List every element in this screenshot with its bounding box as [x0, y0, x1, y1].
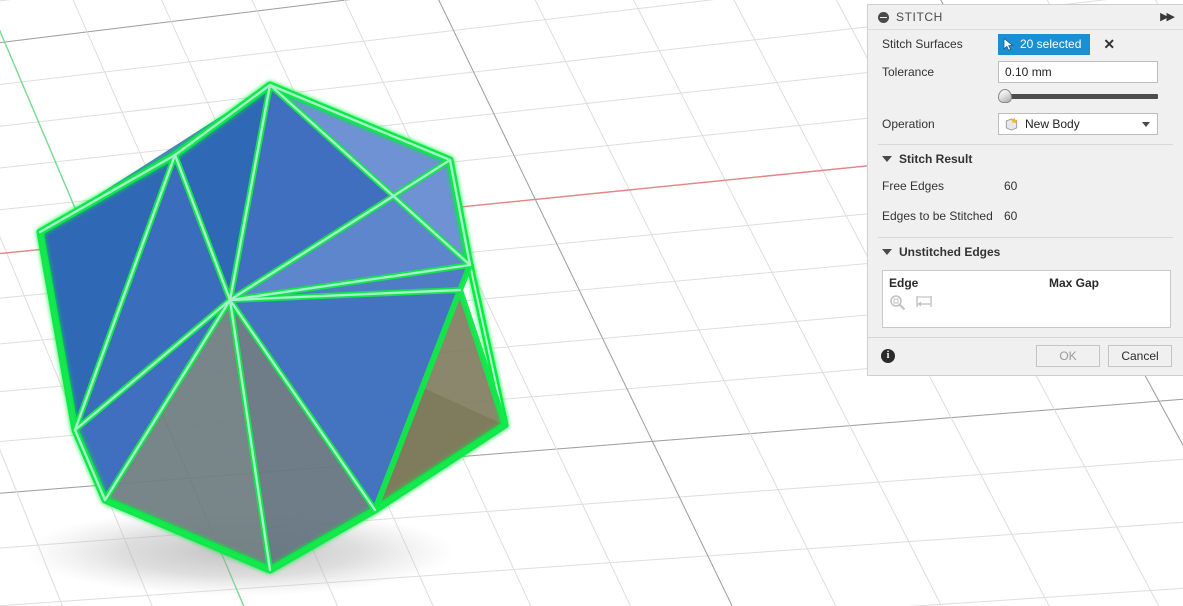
panel-body: Stitch Surfaces 20 selected ✕ Tolerance [868, 30, 1183, 375]
new-body-icon [1005, 116, 1018, 131]
chevron-down-icon[interactable] [1142, 121, 1150, 127]
free-edges-value: 60 [1004, 179, 1018, 193]
panel-header: STITCH ▶▶ [868, 5, 1183, 30]
info-icon[interactable]: i [881, 349, 895, 363]
cursor-arrow-icon [1003, 37, 1014, 51]
column-header-max-gap: Max Gap [1049, 276, 1100, 290]
table-tools [883, 290, 1170, 311]
cancel-button[interactable]: Cancel [1108, 345, 1172, 367]
minus-circle-icon[interactable] [878, 11, 889, 23]
double-chevron-right-icon[interactable]: ▶▶ [1160, 11, 1175, 23]
free-edges-row: Free Edges 60 [868, 171, 1183, 201]
stitch-result-section-header[interactable]: Stitch Result [868, 145, 1183, 171]
column-header-edge: Edge [889, 276, 919, 290]
triangle-down-icon [882, 156, 892, 162]
stitch-surfaces-label: Stitch Surfaces [882, 37, 963, 51]
slider-thumb[interactable] [998, 89, 1012, 103]
stitch-surfaces-selection-button[interactable]: 20 selected [998, 33, 1091, 55]
tolerance-row: Tolerance [868, 58, 1183, 86]
free-edges-label: Free Edges [882, 179, 945, 193]
measure-gap-icon[interactable] [915, 294, 933, 311]
tolerance-slider-row [868, 86, 1183, 110]
slider-track [1005, 94, 1158, 99]
unstitched-edges-title: Unstitched Edges [899, 245, 1001, 259]
stitch-surfaces-selection-text: 20 selected [1020, 37, 1082, 51]
edges-to-be-stitched-row: Edges to be Stitched 60 [868, 201, 1183, 231]
operation-label: Operation [882, 117, 935, 131]
operation-dropdown[interactable]: New Body [998, 113, 1158, 135]
clear-selection-icon[interactable]: ✕ [1103, 37, 1115, 51]
edges-to-be-stitched-label: Edges to be Stitched [882, 209, 993, 223]
stitch-command-panel: STITCH ▶▶ Stitch Surfaces 20 selected ✕ … [867, 4, 1183, 376]
operation-row: Operation New Body [868, 110, 1183, 138]
table-header-row: Edge Max Gap [883, 271, 1170, 290]
tolerance-slider[interactable] [998, 88, 1158, 104]
tolerance-label: Tolerance [882, 65, 935, 79]
panel-title: STITCH [896, 10, 943, 24]
unstitched-edges-section-header[interactable]: Unstitched Edges [868, 238, 1183, 264]
triangle-down-icon [882, 249, 892, 255]
tolerance-input[interactable] [998, 61, 1158, 83]
panel-footer: i OK Cancel [868, 337, 1183, 375]
edges-to-be-stitched-value: 60 [1004, 209, 1018, 223]
unstitched-edges-table[interactable]: Edge Max Gap [882, 270, 1171, 328]
ok-button[interactable]: OK [1036, 345, 1100, 367]
stitch-surfaces-row: Stitch Surfaces 20 selected ✕ [868, 30, 1183, 58]
fusion-application-window: STITCH ▶▶ Stitch Surfaces 20 selected ✕ … [0, 0, 1183, 606]
magnifier-icon[interactable] [889, 294, 907, 311]
operation-value: New Body [1025, 117, 1080, 131]
stitch-result-title: Stitch Result [899, 152, 973, 166]
